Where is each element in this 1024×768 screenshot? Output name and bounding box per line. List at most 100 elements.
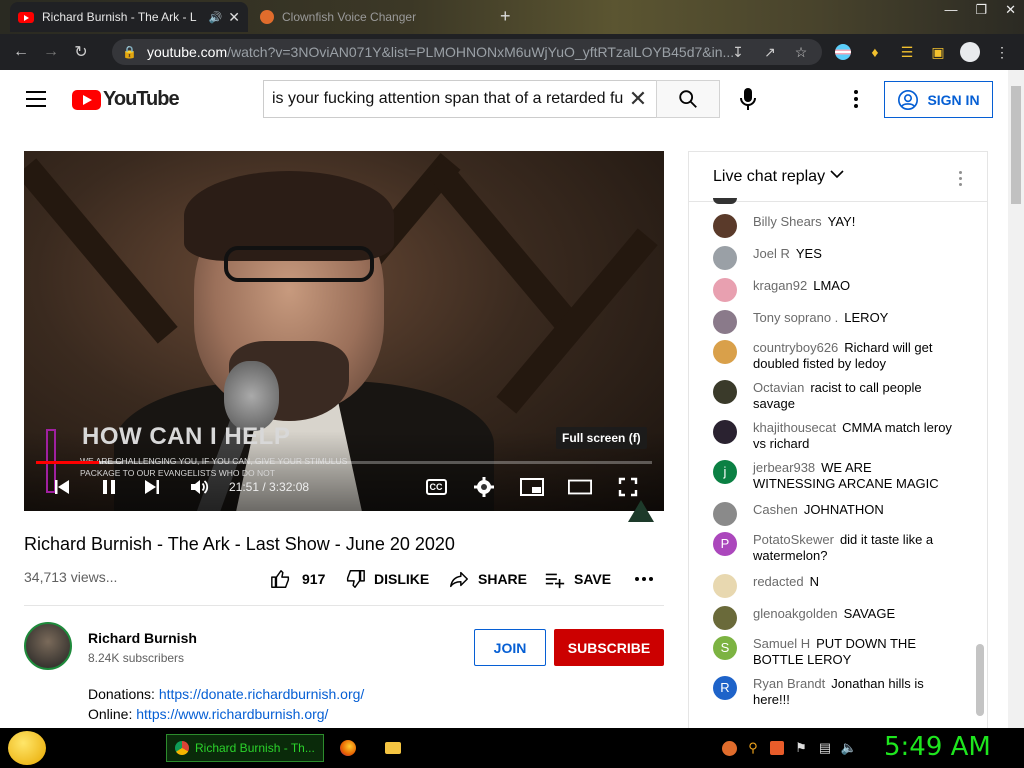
chevron-down-icon[interactable] bbox=[830, 168, 844, 182]
close-window-icon[interactable]: ✕ bbox=[1005, 2, 1016, 18]
start-button-icon[interactable] bbox=[8, 731, 46, 765]
profile-icon[interactable] bbox=[960, 42, 980, 62]
search-input[interactable]: is your fucking attention span that of a… bbox=[263, 80, 657, 118]
chat-mode-label[interactable]: Live chat replay bbox=[713, 168, 825, 186]
chat-scroll-thumb[interactable] bbox=[976, 644, 984, 716]
taskbar-item-chrome[interactable]: Richard Burnish - Th... bbox=[166, 734, 324, 762]
chat-author-name[interactable]: Billy Shears bbox=[753, 214, 822, 229]
clear-search-icon[interactable]: ✕ bbox=[622, 83, 654, 115]
fullscreen-icon[interactable] bbox=[616, 475, 640, 499]
chat-author-avatar[interactable]: j bbox=[713, 460, 737, 484]
extension-flag-icon[interactable] bbox=[833, 42, 853, 62]
search-button[interactable] bbox=[656, 80, 720, 118]
chat-author-name[interactable]: khajithousecat bbox=[753, 420, 836, 435]
chat-author-avatar[interactable]: S bbox=[713, 636, 737, 660]
volume-icon[interactable] bbox=[187, 475, 211, 499]
theater-mode-icon[interactable] bbox=[568, 475, 592, 499]
progress-bar[interactable] bbox=[36, 461, 652, 464]
video-player[interactable]: HOW CAN I HELP WE ARE CHALLENGING YOU, I… bbox=[24, 151, 664, 511]
forward-icon[interactable]: → bbox=[36, 43, 66, 61]
browser-tab-clownfish[interactable]: Clownfish Voice Changer bbox=[252, 2, 490, 32]
chat-scrollbar[interactable] bbox=[975, 204, 987, 732]
side-panel-icon[interactable]: ▣ bbox=[928, 42, 948, 62]
network-icon[interactable]: ▤ bbox=[817, 740, 833, 756]
join-button[interactable]: JOIN bbox=[474, 629, 546, 666]
media-queue-icon[interactable]: ☰ bbox=[897, 42, 917, 62]
save-button[interactable]: SAVE bbox=[544, 566, 611, 592]
voice-search-button[interactable] bbox=[734, 85, 762, 113]
browser-menu-icon[interactable]: ⋮ bbox=[992, 42, 1012, 62]
youtube-logo[interactable]: YouTube bbox=[72, 88, 180, 111]
chat-author-name[interactable]: Samuel H bbox=[753, 636, 810, 651]
search-tray-icon[interactable]: ⚲ bbox=[745, 740, 761, 756]
chat-author-avatar[interactable] bbox=[713, 340, 737, 364]
settings-gear-icon[interactable] bbox=[472, 475, 496, 499]
guide-menu-icon[interactable] bbox=[26, 91, 46, 107]
share-button[interactable]: SHARE bbox=[448, 566, 527, 592]
channel-name[interactable]: Richard Burnish bbox=[88, 630, 197, 646]
chat-author-avatar[interactable]: R bbox=[713, 676, 737, 700]
settings-menu-icon[interactable] bbox=[846, 85, 866, 113]
chat-message-body: countryboy626 Richard will get doubled fi… bbox=[753, 340, 953, 372]
minimize-icon[interactable]: — bbox=[944, 2, 957, 18]
install-icon[interactable]: ↧ bbox=[728, 42, 748, 62]
new-tab-icon[interactable]: + bbox=[500, 6, 511, 27]
firefox-icon[interactable] bbox=[340, 740, 356, 756]
bookmark-star-icon[interactable]: ☆ bbox=[791, 42, 811, 62]
chat-author-avatar[interactable] bbox=[713, 574, 737, 598]
browser-tab-youtube[interactable]: Richard Burnish - The Ark - L 🔊 ✕ bbox=[10, 2, 248, 32]
pause-icon[interactable] bbox=[97, 475, 121, 499]
chat-author-avatar[interactable] bbox=[713, 606, 737, 630]
chat-author-name[interactable]: Cashen bbox=[753, 502, 798, 517]
chat-author-avatar[interactable] bbox=[713, 214, 737, 238]
chat-author-avatar[interactable] bbox=[713, 502, 737, 526]
chat-author-name[interactable]: Joel R bbox=[753, 246, 790, 261]
view-count[interactable]: 34,713 views... bbox=[24, 569, 117, 585]
online-link[interactable]: https://www.richardburnish.org/ bbox=[136, 706, 328, 722]
tab-title: Richard Burnish - The Ark - L bbox=[42, 10, 197, 24]
chat-author-name[interactable]: glenoakgolden bbox=[753, 606, 838, 621]
chat-more-icon[interactable] bbox=[955, 168, 965, 188]
chat-author-name[interactable]: kragan92 bbox=[753, 278, 807, 293]
tab-close-icon[interactable]: ✕ bbox=[228, 9, 240, 26]
chat-author-avatar[interactable] bbox=[713, 246, 737, 270]
more-actions-icon[interactable] bbox=[634, 566, 654, 592]
system-clock[interactable]: 5:49 AM bbox=[884, 732, 991, 762]
miniplayer-icon[interactable] bbox=[520, 475, 544, 499]
chat-author-avatar[interactable] bbox=[713, 278, 737, 302]
chat-author-name[interactable]: jerbear938 bbox=[753, 460, 815, 475]
chat-author-name[interactable]: PotatoSkewer bbox=[753, 532, 834, 547]
like-button[interactable]: 917 bbox=[270, 566, 325, 592]
back-icon[interactable]: ← bbox=[6, 43, 36, 61]
next-icon[interactable] bbox=[140, 475, 164, 499]
action-center-flag-icon[interactable]: ⚑ bbox=[793, 740, 809, 756]
previous-icon[interactable] bbox=[50, 475, 74, 499]
reload-icon[interactable]: ↻ bbox=[66, 42, 96, 62]
dislike-button[interactable]: DISLIKE bbox=[344, 566, 429, 592]
page-scroll-thumb[interactable] bbox=[1011, 86, 1021, 204]
chat-author-avatar[interactable] bbox=[713, 310, 737, 334]
chat-author-name[interactable]: Tony soprano . bbox=[753, 310, 838, 325]
extensions-puzzle-icon[interactable]: ♦ bbox=[865, 42, 885, 62]
chat-author-avatar[interactable] bbox=[713, 420, 737, 444]
donations-link[interactable]: https://donate.richardburnish.org/ bbox=[159, 686, 364, 702]
clownfish-tray-icon[interactable] bbox=[721, 740, 737, 756]
chat-author-avatar[interactable]: P bbox=[713, 532, 737, 556]
chat-author-name[interactable]: Octavian bbox=[753, 380, 804, 395]
channel-avatar[interactable] bbox=[24, 622, 72, 670]
captions-icon[interactable]: CC bbox=[424, 475, 448, 499]
sign-in-button[interactable]: SIGN IN bbox=[884, 81, 993, 118]
address-bar[interactable]: 🔒 youtube.com /watch?v=3NOviAN071Y&list=… bbox=[112, 39, 822, 65]
subscribe-button[interactable]: SUBSCRIBE bbox=[554, 629, 664, 666]
share-icon[interactable]: ↗ bbox=[760, 42, 780, 62]
app-tray-icon[interactable] bbox=[769, 740, 785, 756]
maximize-icon[interactable]: ❐ bbox=[975, 2, 987, 18]
volume-tray-icon[interactable]: 🔈 bbox=[841, 740, 857, 756]
tab-audio-icon: 🔊 bbox=[208, 11, 223, 24]
chat-author-name[interactable]: Ryan Brandt bbox=[753, 676, 825, 691]
chat-author-avatar[interactable] bbox=[713, 380, 737, 404]
chat-author-name[interactable]: redacted bbox=[753, 574, 804, 589]
chat-author-name[interactable]: countryboy626 bbox=[753, 340, 838, 355]
file-explorer-icon[interactable] bbox=[385, 740, 401, 756]
youtube-logo-text: YouTube bbox=[103, 88, 180, 110]
